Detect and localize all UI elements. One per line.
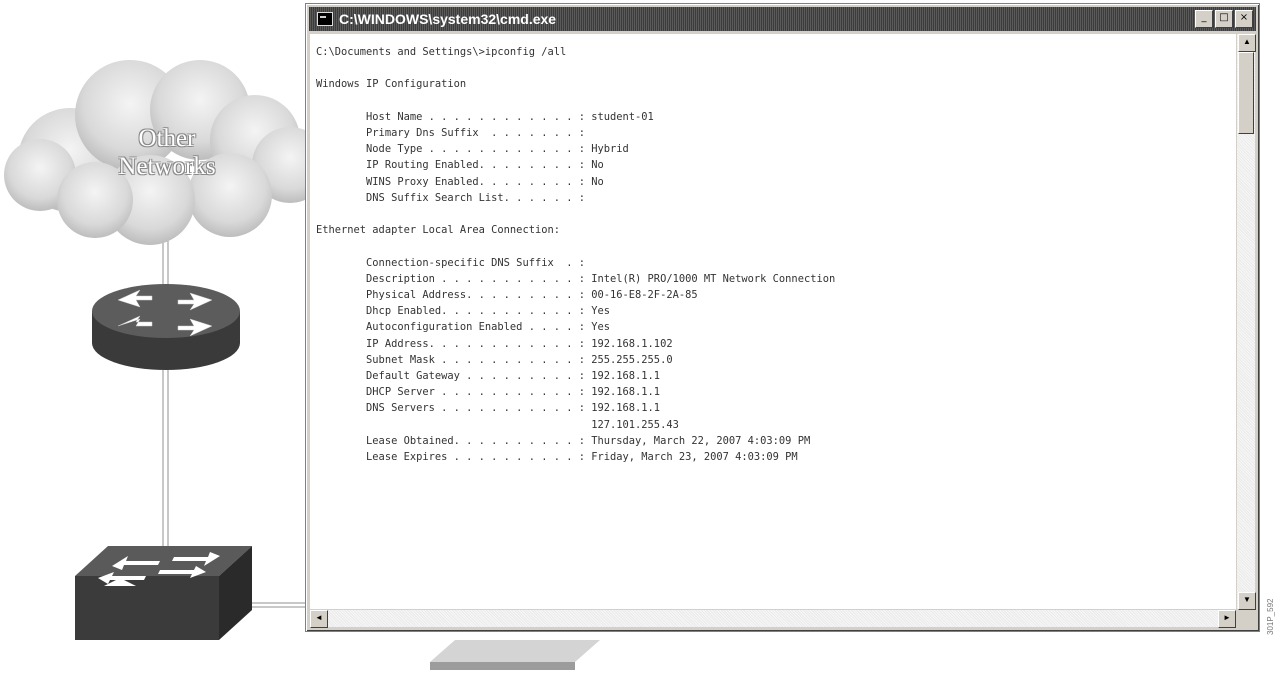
minimize-button[interactable]: _ xyxy=(1195,10,1213,28)
console-line: Lease Expires . . . . . . . . . . : Frid… xyxy=(316,451,798,464)
window-controls: _ □ × xyxy=(1195,10,1253,28)
console-line: C:\Documents and Settings\>ipconfig /all xyxy=(316,46,567,58)
console-line: Node Type . . . . . . . . . . . . : Hybr… xyxy=(316,143,629,156)
console-line: DNS Suffix Search List. . . . . . : xyxy=(316,191,585,204)
console-line: Host Name . . . . . . . . . . . . : stud… xyxy=(316,110,654,123)
window-title: C:\WINDOWS\system32\cmd.exe xyxy=(339,11,557,27)
console-line: Lease Obtained. . . . . . . . . . : Thur… xyxy=(316,434,811,447)
console-line: Default Gateway . . . . . . . . . : 192.… xyxy=(316,370,661,383)
cloud-label-line2: Networks xyxy=(118,153,216,180)
switch-icon xyxy=(75,546,252,640)
console-line: DNS Servers . . . . . . . . . . . : 192.… xyxy=(316,402,661,415)
window-titlebar[interactable]: C:\WINDOWS\system32\cmd.exe _ □ × xyxy=(309,7,1256,31)
vertical-scrollbar[interactable]: ▲ ▼ xyxy=(1237,34,1256,610)
console-line: Primary Dns Suffix . . . . . . . : xyxy=(316,127,585,140)
console-icon[interactable] xyxy=(317,12,333,26)
console-text: C:\Documents and Settings\>ipconfig /all… xyxy=(310,34,1236,465)
console-line: Ethernet adapter Local Area Connection: xyxy=(316,224,560,237)
scroll-right-button[interactable]: ► xyxy=(1218,610,1236,628)
console-line: IP Routing Enabled. . . . . . . . : No xyxy=(316,159,604,172)
console-output[interactable]: C:\Documents and Settings\>ipconfig /all… xyxy=(310,34,1236,609)
maximize-button[interactable]: □ xyxy=(1215,10,1233,28)
console-line: Subnet Mask . . . . . . . . . . . : 255.… xyxy=(316,353,673,366)
router-icon xyxy=(92,284,240,370)
console-line: Windows IP Configuration xyxy=(316,78,467,91)
console-line: Description . . . . . . . . . . . : Inte… xyxy=(316,272,836,285)
console-line: Autoconfiguration Enabled . . . . : Yes xyxy=(316,321,611,334)
cloud-label: Other Networks xyxy=(62,125,272,181)
cmd-window: C:\WINDOWS\system32\cmd.exe _ □ × C:\Doc… xyxy=(305,3,1260,632)
vertical-scroll-thumb[interactable] xyxy=(1238,52,1254,134)
scroll-up-button[interactable]: ▲ xyxy=(1238,34,1256,52)
scroll-left-button[interactable]: ◄ xyxy=(310,610,328,628)
console-line: Dhcp Enabled. . . . . . . . . . . : Yes xyxy=(316,305,611,318)
close-button[interactable]: × xyxy=(1235,10,1253,28)
console-line: 127.101.255.43 xyxy=(316,418,679,431)
router-switch-link xyxy=(162,370,169,548)
horizontal-scrollbar[interactable]: ◄ ► xyxy=(310,610,1236,628)
console-line: Physical Address. . . . . . . . . : 00-1… xyxy=(316,289,698,302)
cloud-label-line1: Other xyxy=(138,125,196,152)
scroll-down-button[interactable]: ▼ xyxy=(1238,592,1256,610)
console-line: DHCP Server . . . . . . . . . . . : 192.… xyxy=(316,386,661,399)
console-line: WINS Proxy Enabled. . . . . . . . : No xyxy=(316,175,604,188)
console-line: IP Address. . . . . . . . . . . . : 192.… xyxy=(316,337,673,350)
console-line: Connection-specific DNS Suffix . : xyxy=(316,256,585,269)
figure-id: 301P_592 xyxy=(1266,598,1275,635)
